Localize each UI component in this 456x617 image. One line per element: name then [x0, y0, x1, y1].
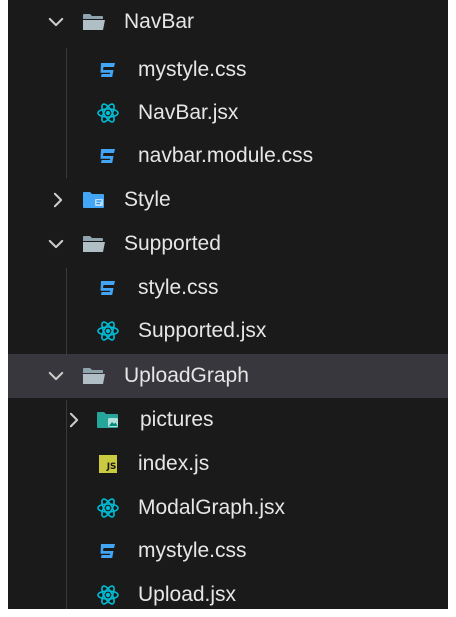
file-label: ModalGraph.jsx: [138, 496, 286, 519]
folder-open-icon: [82, 222, 106, 266]
react-file-icon: [96, 573, 120, 609]
file-label: Upload.jsx: [138, 583, 237, 606]
folder-label: Style: [124, 188, 171, 211]
file-style-css[interactable]: style.css: [8, 266, 448, 310]
folder-supported[interactable]: Supported: [8, 222, 448, 266]
style-folder-icon: [82, 178, 106, 222]
js-badge: JS: [99, 455, 117, 473]
css-file-icon: [98, 48, 118, 92]
file-mystyle-css-upload[interactable]: mystyle.css: [8, 529, 448, 573]
react-file-icon: [96, 486, 120, 530]
js-file-icon: JS: [99, 442, 117, 486]
folder-style[interactable]: Style: [8, 178, 448, 222]
file-label: mystyle.css: [138, 58, 247, 81]
folder-uploadgraph[interactable]: UploadGraph: [8, 354, 448, 398]
file-label: mystyle.css: [138, 539, 247, 562]
chevron-down-icon[interactable]: [46, 0, 66, 44]
chevron-down-icon[interactable]: [46, 354, 66, 398]
folder-open-icon: [82, 0, 106, 44]
file-navbar-jsx[interactable]: NavBar.jsx: [8, 91, 448, 135]
file-navbar-module-css[interactable]: navbar.module.css: [8, 134, 448, 178]
folder-open-icon: [82, 354, 106, 398]
file-label: index.js: [138, 452, 210, 475]
file-label: navbar.module.css: [138, 144, 314, 167]
images-folder-icon: [96, 398, 120, 442]
file-modalgraph-jsx[interactable]: ModalGraph.jsx: [8, 486, 448, 530]
file-explorer-tree: NavBar mystyle.css NavBar.jsx navbar.mod…: [8, 0, 448, 609]
chevron-down-icon[interactable]: [46, 222, 66, 266]
file-label: style.css: [138, 276, 219, 299]
folder-navbar[interactable]: NavBar: [8, 0, 448, 44]
css-file-icon: [98, 529, 118, 573]
css-file-icon: [98, 266, 118, 310]
css-file-icon: [98, 134, 118, 178]
folder-pictures[interactable]: pictures: [8, 398, 448, 442]
file-label: Supported.jsx: [138, 319, 267, 342]
react-file-icon: [96, 309, 120, 353]
file-upload-jsx[interactable]: Upload.jsx: [8, 573, 448, 609]
folder-label: Supported: [124, 232, 221, 255]
folder-label: pictures: [140, 408, 214, 431]
chevron-right-icon[interactable]: [64, 398, 84, 442]
folder-label: UploadGraph: [124, 364, 249, 387]
file-label: NavBar.jsx: [138, 101, 239, 124]
folder-label: NavBar: [124, 10, 195, 33]
file-index-js[interactable]: JS index.js: [8, 442, 448, 486]
react-file-icon: [96, 91, 120, 135]
file-mystyle-css[interactable]: mystyle.css: [8, 48, 448, 92]
chevron-right-icon[interactable]: [48, 178, 68, 222]
file-supported-jsx[interactable]: Supported.jsx: [8, 309, 448, 353]
